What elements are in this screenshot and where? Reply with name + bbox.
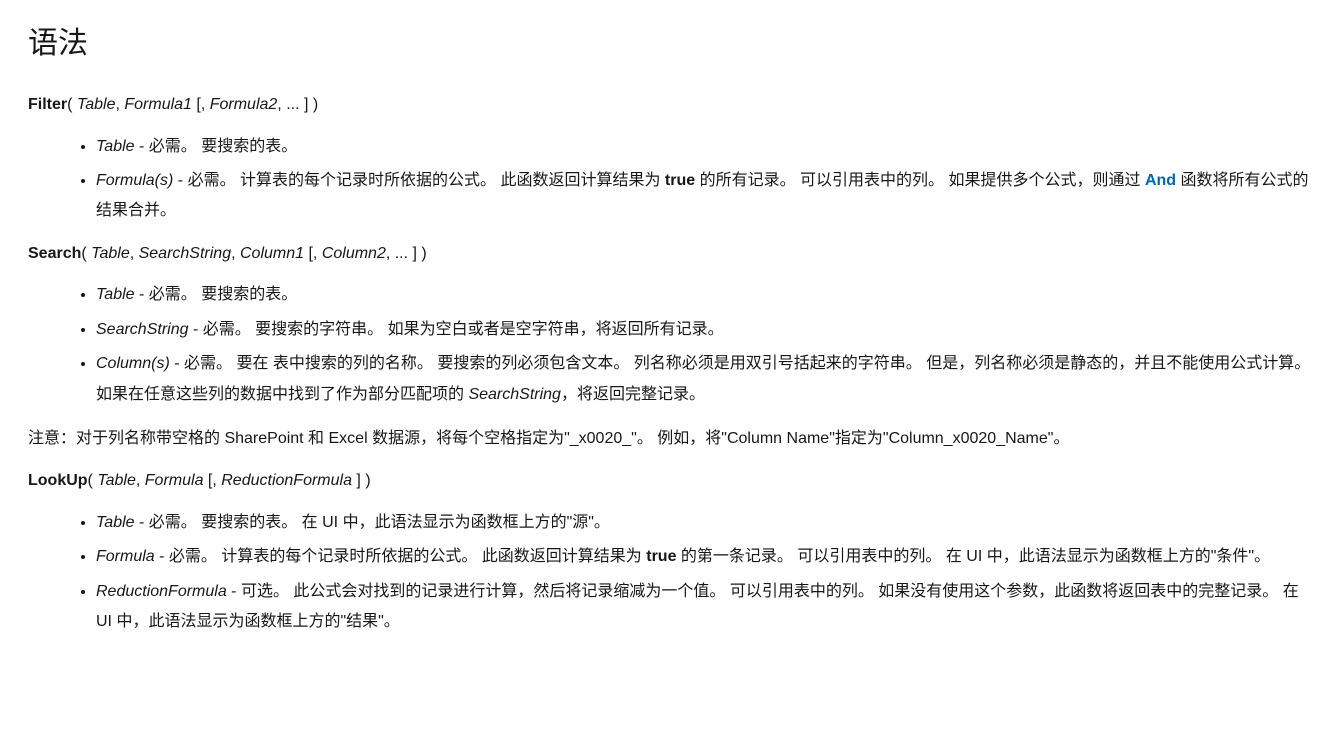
search-arg-column1: Column1 — [240, 245, 304, 262]
search-arg-table: Table — [91, 245, 130, 262]
filter-syntax: Filter( Table, Formula1 [, Formula2, ...… — [28, 92, 1315, 118]
lookup-param-table-desc: - 必需。 要搜索的表。 在 UI 中，此语法显示为函数框上方的"源"。 — [135, 514, 610, 531]
lookup-param-reduction: ReductionFormula - 可选。 此公式会对找到的记录进行计算，然后… — [96, 577, 1315, 638]
lookup-param-reduction-desc: - 可选。 此公式会对找到的记录进行计算，然后将记录缩减为一个值。 可以引用表中… — [96, 583, 1299, 630]
lookup-sig-open: ( — [88, 472, 98, 489]
page-title: 语法 — [28, 20, 1315, 68]
and-link[interactable]: And — [1145, 172, 1176, 189]
lookup-sep1: , — [136, 472, 145, 489]
lookup-param-reduction-name: ReductionFormula — [96, 583, 227, 600]
lookup-params: Table - 必需。 要搜索的表。 在 UI 中，此语法显示为函数框上方的"源… — [28, 508, 1315, 638]
filter-params: Table - 必需。 要搜索的表。 Formula(s) - 必需。 计算表的… — [28, 132, 1315, 227]
search-param-columns-name: Column(s) — [96, 355, 170, 372]
lookup-fn-name: LookUp — [28, 472, 88, 489]
filter-param-formulas-name: Formula(s) — [96, 172, 173, 189]
lookup-arg-table: Table — [97, 472, 136, 489]
search-sig-open: ( — [81, 245, 91, 262]
filter-param-table-desc: - 必需。 要搜索的表。 — [135, 138, 298, 155]
search-arg-column2: Column2 — [322, 245, 386, 262]
filter-opt-open: [, — [192, 96, 210, 113]
filter-arg-formula2: Formula2 — [210, 96, 278, 113]
search-params: Table - 必需。 要搜索的表。 SearchString - 必需。 要搜… — [28, 280, 1315, 410]
search-sep2: , — [231, 245, 240, 262]
search-syntax: Search( Table, SearchString, Column1 [, … — [28, 241, 1315, 267]
search-param-searchstring: SearchString - 必需。 要搜索的字符串。 如果为空白或者是空字符串… — [96, 315, 1315, 345]
filter-opt-rest: , ... ] ) — [277, 96, 318, 113]
filter-true-bold: true — [665, 172, 695, 189]
search-param-searchstring-name: SearchString — [96, 321, 189, 338]
filter-arg-table: Table — [77, 96, 116, 113]
search-param-columns-ss: SearchString — [468, 386, 561, 403]
filter-fn-name: Filter — [28, 96, 67, 113]
lookup-arg-reduction: ReductionFormula — [221, 472, 352, 489]
note-spaces: 注意：对于列名称带空格的 SharePoint 和 Excel 数据源，将每个空… — [28, 424, 1315, 454]
filter-param-formulas: Formula(s) - 必需。 计算表的每个记录时所依据的公式。 此函数返回计… — [96, 166, 1315, 227]
filter-param-formulas-mid: 的所有记录。 可以引用表中的列。 如果提供多个公式，则通过 — [695, 172, 1145, 189]
search-fn-name: Search — [28, 245, 81, 262]
lookup-param-formula-pre: - 必需。 计算表的每个记录时所依据的公式。 此函数返回计算结果为 — [155, 548, 647, 565]
search-param-searchstring-desc: - 必需。 要搜索的字符串。 如果为空白或者是空字符串，将返回所有记录。 — [189, 321, 724, 338]
filter-param-formulas-pre: - 必需。 计算表的每个记录时所依据的公式。 此函数返回计算结果为 — [173, 172, 665, 189]
lookup-param-formula: Formula - 必需。 计算表的每个记录时所依据的公式。 此函数返回计算结果… — [96, 542, 1315, 572]
lookup-opt-rest: ] ) — [352, 472, 371, 489]
filter-param-table: Table - 必需。 要搜索的表。 — [96, 132, 1315, 162]
lookup-param-table-name: Table — [96, 514, 135, 531]
search-param-columns-post: ，将返回完整记录。 — [561, 386, 705, 403]
search-param-table: Table - 必需。 要搜索的表。 — [96, 280, 1315, 310]
lookup-param-formula-name: Formula — [96, 548, 155, 565]
search-opt-rest: , ... ] ) — [386, 245, 427, 262]
search-arg-searchstring: SearchString — [139, 245, 232, 262]
filter-sig-open: ( — [67, 96, 77, 113]
lookup-param-formula-post: 的第一条记录。 可以引用表中的列。 在 UI 中，此语法显示为函数框上方的"条件… — [676, 548, 1270, 565]
search-param-table-name: Table — [96, 286, 135, 303]
lookup-opt-open: [, — [203, 472, 221, 489]
lookup-param-table: Table - 必需。 要搜索的表。 在 UI 中，此语法显示为函数框上方的"源… — [96, 508, 1315, 538]
search-sep1: , — [130, 245, 139, 262]
filter-arg-formula1: Formula1 — [124, 96, 192, 113]
search-param-columns: Column(s) - 必需。 要在 表中搜索的列的名称。 要搜索的列必须包含文… — [96, 349, 1315, 410]
search-param-table-desc: - 必需。 要搜索的表。 — [135, 286, 298, 303]
filter-param-table-name: Table — [96, 138, 135, 155]
search-opt-open: [, — [304, 245, 322, 262]
lookup-arg-formula: Formula — [145, 472, 204, 489]
lookup-true-bold: true — [646, 548, 676, 565]
lookup-syntax: LookUp( Table, Formula [, ReductionFormu… — [28, 468, 1315, 494]
